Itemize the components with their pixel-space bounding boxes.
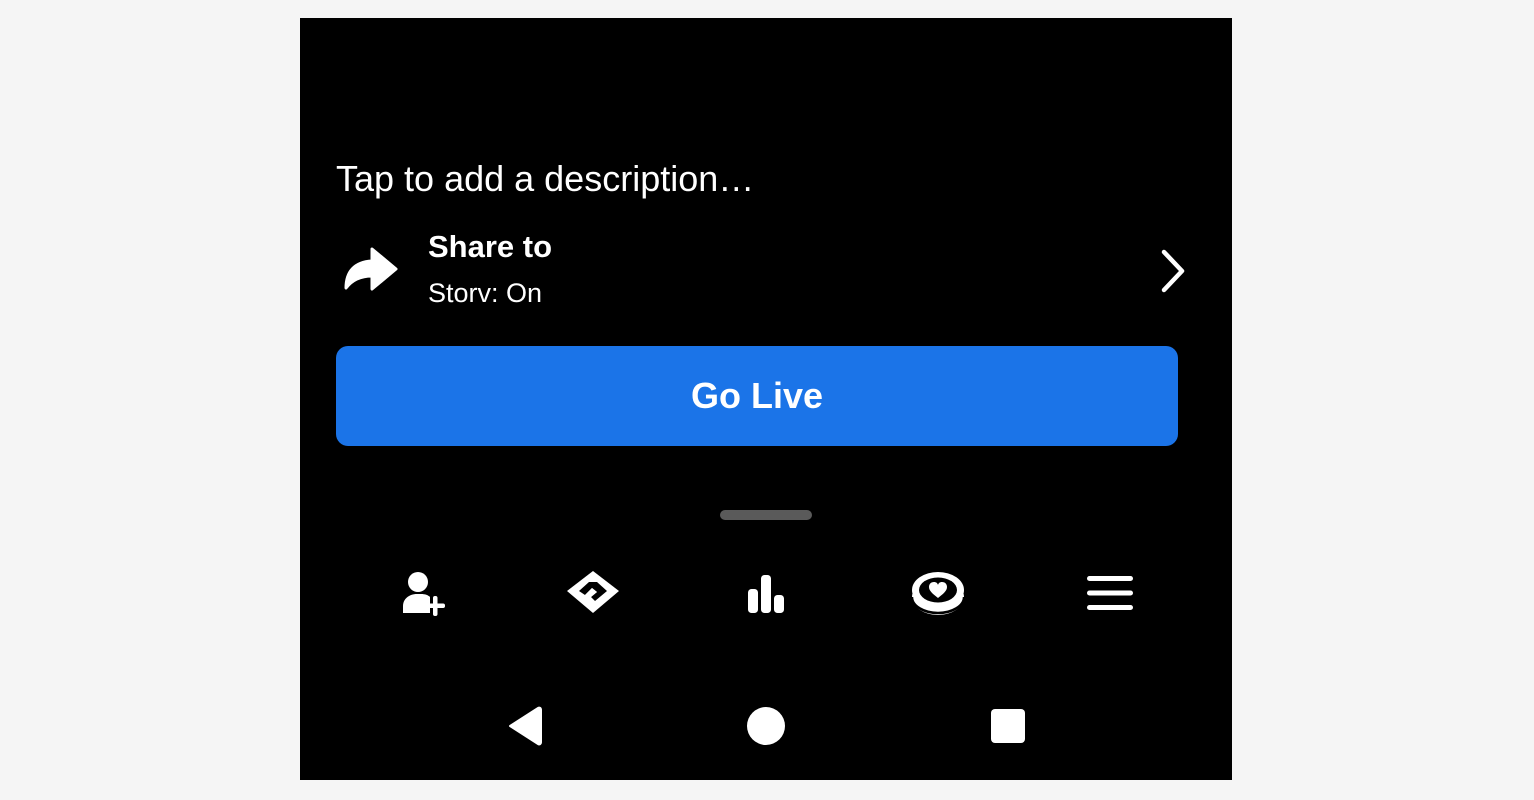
chevron-right-icon <box>1161 249 1185 293</box>
home-icon <box>747 707 785 745</box>
add-friend-button[interactable] <box>388 558 458 628</box>
menu-icon <box>1087 576 1133 610</box>
share-to-status: Storv: On <box>428 278 543 308</box>
live-setup-screen: Tap to add a description… Share to Storv… <box>300 18 1232 780</box>
back-icon <box>509 706 542 746</box>
share-to-row[interactable]: Share to Storv: On <box>336 224 1196 314</box>
poll-icon <box>748 575 784 613</box>
description-input[interactable]: Tap to add a description… <box>336 158 754 200</box>
stars-button[interactable] <box>903 558 973 628</box>
sheet-drag-handle[interactable] <box>720 510 812 520</box>
share-to-title: Share to <box>428 229 553 264</box>
handshake-icon <box>567 571 619 613</box>
menu-button[interactable] <box>1075 558 1145 628</box>
back-button[interactable] <box>496 698 552 754</box>
live-tools-toolbar <box>300 558 1232 628</box>
recents-button[interactable] <box>980 698 1036 754</box>
home-button[interactable] <box>738 698 794 754</box>
share-arrow-icon <box>344 247 398 291</box>
add-friend-icon <box>403 572 445 616</box>
recents-icon <box>991 709 1025 743</box>
go-live-button[interactable]: Go Live <box>336 346 1178 446</box>
system-navigation-bar <box>300 698 1232 754</box>
handshake-button[interactable] <box>558 558 628 628</box>
stars-icon <box>910 572 966 615</box>
poll-button[interactable] <box>731 558 801 628</box>
